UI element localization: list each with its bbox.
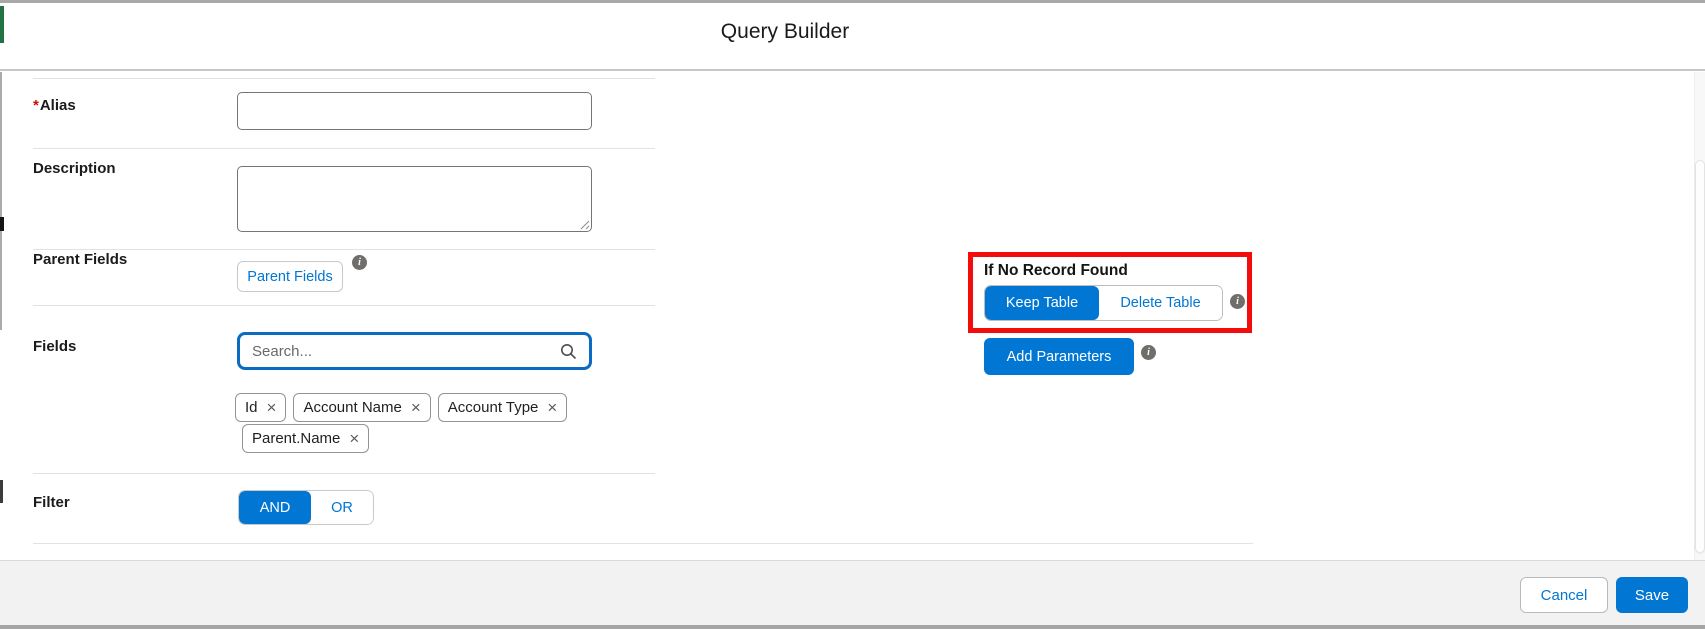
background-page-edge — [0, 72, 2, 330]
fields-label: Fields — [33, 338, 76, 355]
fields-search-box — [237, 332, 592, 370]
parent-fields-info-icon[interactable]: i — [352, 255, 367, 270]
keep-table-button[interactable]: Keep Table — [985, 286, 1099, 320]
filter-or-button[interactable]: OR — [311, 491, 373, 524]
row-divider — [33, 249, 655, 250]
description-label: Description — [33, 160, 116, 177]
if-no-record-found-label: If No Record Found — [984, 262, 1128, 280]
vertical-scrollbar-thumb[interactable] — [1695, 160, 1705, 553]
query-builder-modal: Query Builder *Alias Description Parent … — [0, 0, 1705, 629]
parent-fields-label: Parent Fields — [33, 251, 127, 268]
alias-input[interactable] — [237, 92, 592, 130]
chip-remove-icon[interactable]: × — [411, 399, 421, 416]
field-chip: Id × — [235, 393, 286, 422]
field-chip-label: Account Type — [448, 399, 539, 416]
field-chip-label: Account Name — [303, 399, 401, 416]
background-page-mark-2 — [0, 480, 3, 503]
delete-table-button[interactable]: Delete Table — [1099, 286, 1222, 320]
background-app-green-edge — [0, 6, 4, 43]
chip-remove-icon[interactable]: × — [267, 399, 277, 416]
modal-footer — [0, 560, 1705, 626]
selected-fields-row-2: Parent.Name × — [242, 424, 369, 453]
field-chip: Account Type × — [438, 393, 568, 422]
parent-fields-button[interactable]: Parent Fields — [237, 261, 343, 292]
field-chip: Parent.Name × — [242, 424, 369, 453]
selected-fields-row-1: Id × Account Name × Account Type × — [235, 393, 567, 422]
window-bottom-border — [0, 625, 1705, 629]
search-icon[interactable] — [560, 343, 577, 360]
page-title: Query Builder — [721, 20, 849, 44]
if-no-record-info-icon[interactable]: i — [1230, 294, 1245, 309]
required-asterisk: * — [33, 97, 39, 114]
row-divider — [33, 78, 655, 79]
header-divider — [0, 69, 1705, 71]
row-divider — [33, 473, 655, 474]
chip-remove-icon[interactable]: × — [547, 399, 557, 416]
if-no-record-toggle: Keep Table Delete Table — [984, 285, 1223, 321]
chip-remove-icon[interactable]: × — [349, 430, 359, 447]
filter-label: Filter — [33, 494, 70, 511]
window-top-border — [0, 0, 1705, 3]
textarea-resize-handle[interactable] — [578, 218, 590, 230]
row-divider — [33, 148, 655, 149]
row-divider — [33, 305, 655, 306]
fields-search-input[interactable] — [240, 343, 560, 360]
field-chip: Account Name × — [293, 393, 430, 422]
field-chip-label: Id — [245, 399, 258, 416]
alias-label: *Alias — [33, 97, 76, 114]
background-page-mark — [0, 217, 4, 231]
save-button[interactable]: Save — [1616, 577, 1688, 613]
description-textarea[interactable] — [237, 166, 592, 232]
add-parameters-info-icon[interactable]: i — [1141, 345, 1156, 360]
cancel-button[interactable]: Cancel — [1520, 577, 1608, 613]
row-divider-wide — [33, 543, 1253, 544]
field-chip-label: Parent.Name — [252, 430, 340, 447]
filter-and-button[interactable]: AND — [239, 491, 311, 524]
filter-and-or-toggle: AND OR — [238, 490, 374, 525]
add-parameters-button[interactable]: Add Parameters — [984, 338, 1134, 375]
